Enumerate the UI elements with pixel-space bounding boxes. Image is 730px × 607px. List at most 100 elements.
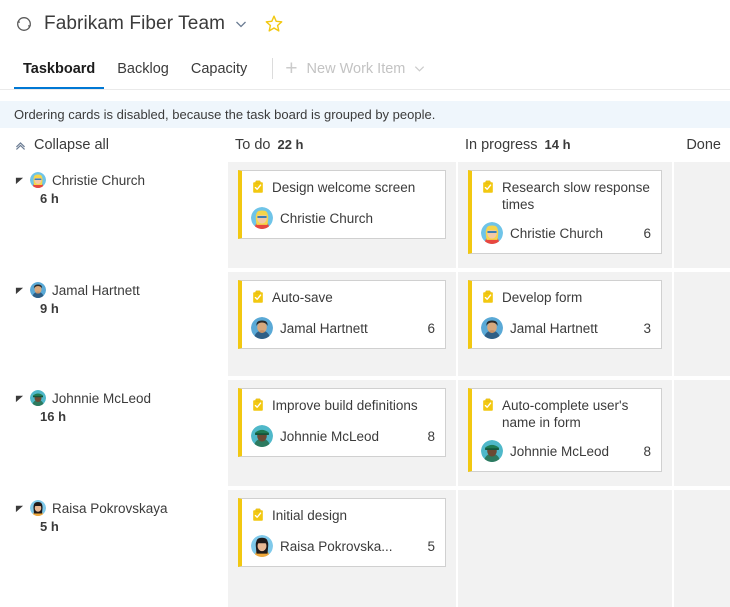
taskboard-person-row: Johnnie McLeod 16 h Improve build definit… xyxy=(0,380,730,486)
avatar xyxy=(251,535,273,557)
task-card-remaining-work: 8 xyxy=(633,444,651,459)
avatar xyxy=(30,500,46,516)
triangle-expanded-icon[interactable] xyxy=(14,285,24,295)
tab-capacity-label: Capacity xyxy=(191,61,247,77)
tab-taskboard-label: Taskboard xyxy=(23,61,95,77)
task-card-remaining-work: 6 xyxy=(633,226,651,241)
task-card-title: Auto-complete user's name in form xyxy=(502,397,651,431)
lane-inprogress[interactable] xyxy=(458,490,672,607)
column-header-todo: To do 22 h xyxy=(228,137,456,153)
person-remaining-hours: 5 h xyxy=(40,519,220,534)
tab-taskboard[interactable]: Taskboard xyxy=(12,48,106,89)
star-icon[interactable] xyxy=(264,14,284,34)
info-bar-message: Ordering cards is disabled, because the … xyxy=(14,107,435,122)
avatar xyxy=(481,222,503,244)
person-swimlane-header: Jamal Hartnett9 h xyxy=(0,272,228,376)
task-card-title: Initial design xyxy=(272,507,347,524)
task-card[interactable]: Auto-complete user's name in form Johnnie… xyxy=(468,388,662,472)
column-header-inprogress-hours: 14 h xyxy=(545,137,571,152)
taskboard-person-row: Jamal Hartnett9 h Auto-save Jamal Hartnet… xyxy=(0,272,730,376)
task-card-remaining-work: 3 xyxy=(633,321,651,336)
task-card-remaining-work: 6 xyxy=(417,321,435,336)
avatar xyxy=(251,425,273,447)
person-remaining-hours: 6 h xyxy=(40,191,220,206)
taskboard-person-row: Raisa Pokrovskaya 5 h Initial design Raisa… xyxy=(0,490,730,607)
chevron-down-icon[interactable] xyxy=(413,62,426,75)
task-card-title: Develop form xyxy=(502,289,582,306)
task-card-assignee: Jamal Hartnett xyxy=(280,321,368,336)
page-title: Fabrikam Fiber Team xyxy=(44,13,225,35)
lane-inprogress[interactable]: Auto-complete user's name in form Johnnie… xyxy=(458,380,672,486)
task-card-title: Improve build definitions xyxy=(272,397,418,414)
task-card-assignee: Raisa Pokrovska... xyxy=(280,539,393,554)
task-card[interactable]: Research slow response times Christie Chu… xyxy=(468,170,662,254)
chevron-down-icon[interactable] xyxy=(234,17,248,31)
task-card-title: Research slow response times xyxy=(502,179,651,213)
triangle-expanded-icon[interactable] xyxy=(14,503,24,513)
collapse-all-label: Collapse all xyxy=(34,137,109,153)
avatar xyxy=(481,440,503,462)
triangle-expanded-icon[interactable] xyxy=(14,175,24,185)
lane-done[interactable] xyxy=(674,162,730,268)
lane-inprogress[interactable]: Develop form Jamal Hartnett 3 xyxy=(458,272,672,376)
avatar xyxy=(30,282,46,298)
task-card-assignee: Christie Church xyxy=(280,211,373,226)
lane-todo[interactable]: Auto-save Jamal Hartnett 6 xyxy=(228,272,456,376)
person-name: Jamal Hartnett xyxy=(52,283,140,298)
lane-inprogress[interactable]: Research slow response times Christie Chu… xyxy=(458,162,672,268)
new-work-item-button[interactable]: + New Work Item xyxy=(285,48,426,89)
taskboard-person-row: Christie Church 6 h Design welcome screen… xyxy=(0,162,730,268)
task-icon xyxy=(251,398,265,416)
azure-devops-icon xyxy=(14,14,34,34)
person-swimlane-header: Johnnie McLeod 16 h xyxy=(0,380,228,486)
column-header-todo-hours: 22 h xyxy=(277,137,303,152)
task-card-assignee: Johnnie McLeod xyxy=(510,444,609,459)
task-card-assignee: Christie Church xyxy=(510,226,603,241)
task-icon xyxy=(251,290,265,308)
task-card-assignee: Jamal Hartnett xyxy=(510,321,598,336)
lane-done[interactable] xyxy=(674,490,730,607)
triangle-expanded-icon[interactable] xyxy=(14,393,24,403)
avatar xyxy=(30,172,46,188)
task-icon xyxy=(251,180,265,198)
person-swimlane-header: Christie Church 6 h xyxy=(0,162,228,268)
person-swimlane-header: Raisa Pokrovskaya 5 h xyxy=(0,490,228,607)
lane-todo[interactable]: Improve build definitions Johnnie McLeod 8 xyxy=(228,380,456,486)
task-card-title: Design welcome screen xyxy=(272,179,415,196)
lane-todo[interactable]: Initial design Raisa Pokrovska... 5 xyxy=(228,490,456,607)
avatar xyxy=(251,207,273,229)
task-card[interactable]: Auto-save Jamal Hartnett 6 xyxy=(238,280,446,349)
task-card[interactable]: Improve build definitions Johnnie McLeod 8 xyxy=(238,388,446,457)
person-name: Christie Church xyxy=(52,173,145,188)
title-bar: Fabrikam Fiber Team xyxy=(0,0,730,48)
toolbar-divider xyxy=(272,58,273,79)
board-column-header-row: Collapse all To do 22 h In progress 14 h… xyxy=(0,128,730,162)
person-name: Raisa Pokrovskaya xyxy=(52,501,168,516)
taskboard: Christie Church 6 h Design welcome screen… xyxy=(0,162,730,607)
lane-done[interactable] xyxy=(674,380,730,486)
new-work-item-label: New Work Item xyxy=(307,61,406,77)
person-remaining-hours: 16 h xyxy=(40,409,220,424)
column-header-done: Done xyxy=(672,137,730,153)
tab-backlog[interactable]: Backlog xyxy=(106,48,180,89)
avatar xyxy=(481,317,503,339)
column-header-inprogress: In progress 14 h xyxy=(456,137,672,153)
lane-todo[interactable]: Design welcome screen Christie Church xyxy=(228,162,456,268)
task-card[interactable]: Develop form Jamal Hartnett 3 xyxy=(468,280,662,349)
task-card[interactable]: Initial design Raisa Pokrovska... 5 xyxy=(238,498,446,567)
info-bar: Ordering cards is disabled, because the … xyxy=(0,101,730,128)
task-card-assignee: Johnnie McLeod xyxy=(280,429,379,444)
task-card-remaining-work: 5 xyxy=(417,539,435,554)
task-card[interactable]: Design welcome screen Christie Church xyxy=(238,170,446,239)
task-icon xyxy=(481,180,495,198)
collapse-all-button[interactable]: Collapse all xyxy=(0,137,228,153)
tab-bar: Taskboard Backlog Capacity + New Work It… xyxy=(0,48,730,90)
avatar xyxy=(30,390,46,406)
tab-capacity[interactable]: Capacity xyxy=(180,48,258,89)
person-name: Johnnie McLeod xyxy=(52,391,151,406)
tab-backlog-label: Backlog xyxy=(117,61,169,77)
lane-done[interactable] xyxy=(674,272,730,376)
task-card-title: Auto-save xyxy=(272,289,333,306)
task-card-remaining-work: 8 xyxy=(417,429,435,444)
plus-icon: + xyxy=(285,58,297,79)
